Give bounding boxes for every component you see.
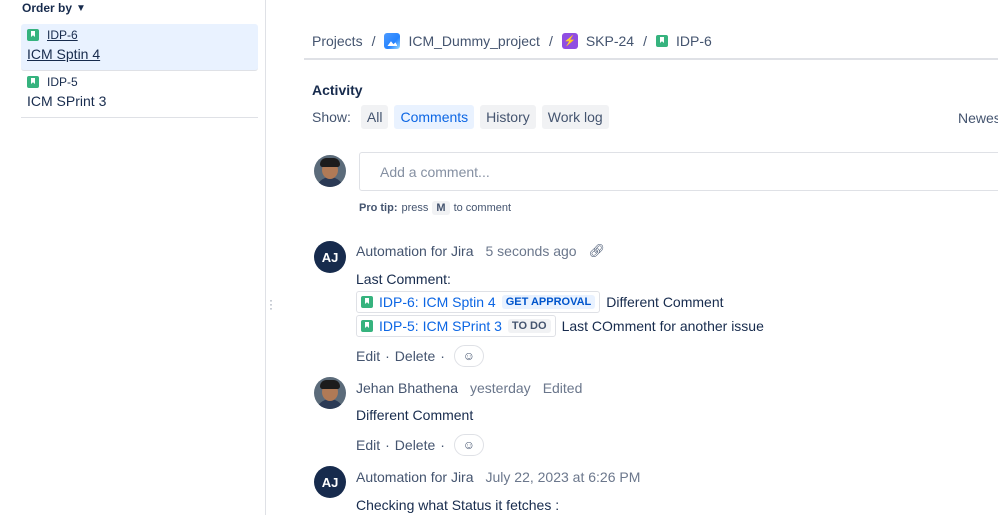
comment-timestamp[interactable]: July 22, 2023 at 6:26 PM bbox=[486, 469, 641, 485]
link-icon[interactable]: 🔗︎ bbox=[589, 243, 606, 259]
issue-comment-text: Last COmment for another issue bbox=[561, 318, 764, 334]
sort-order-button[interactable]: Newest first bbox=[958, 110, 998, 126]
protip-suffix: to comment bbox=[453, 202, 512, 214]
breadcrumb-separator: / bbox=[643, 33, 647, 49]
comment-author[interactable]: Automation for Jira bbox=[356, 469, 474, 485]
issue-key: IDP-5 bbox=[47, 75, 78, 89]
comment-header: Automation for Jira 5 seconds ago 🔗︎ bbox=[356, 243, 605, 259]
edit-comment-button[interactable]: Edit bbox=[356, 437, 380, 453]
issue-link-text: IDP-5: ICM SPrint 3 bbox=[379, 318, 502, 334]
issue-list-panel: Order by ▼ IDP-6 ICM Sptin 4 IDP-5 ICM S… bbox=[0, 0, 266, 515]
add-comment-input[interactable]: Add a comment... bbox=[359, 152, 998, 191]
status-lozenge: TO DO bbox=[507, 319, 551, 333]
show-label: Show: bbox=[312, 109, 351, 125]
delete-comment-button[interactable]: Delete bbox=[395, 348, 435, 364]
activity-filter-bar: Show: All Comments History Work log bbox=[312, 105, 609, 129]
breadcrumb-projects[interactable]: Projects bbox=[312, 33, 363, 49]
protip-press: press bbox=[401, 202, 429, 214]
story-icon bbox=[361, 320, 373, 332]
add-reaction-icon[interactable]: ☺ bbox=[453, 434, 484, 456]
comment-placeholder: Add a comment... bbox=[380, 163, 490, 180]
delete-comment-button[interactable]: Delete bbox=[395, 437, 435, 453]
separator-dot: · bbox=[385, 348, 390, 364]
comment-body: Checking what Status it fetches : bbox=[356, 497, 560, 513]
story-icon bbox=[27, 29, 39, 41]
comment-issue-line: IDP-6: ICM Sptin 4 GET APPROVAL Differen… bbox=[356, 291, 724, 313]
project-icon bbox=[384, 33, 401, 49]
comment-actions: Edit · Delete · ☺ bbox=[356, 345, 484, 367]
divider bbox=[304, 58, 998, 60]
comment-timestamp[interactable]: 5 seconds ago bbox=[486, 243, 577, 259]
comment-body: Last Comment: bbox=[356, 271, 451, 287]
filter-history-button[interactable]: History bbox=[480, 105, 536, 129]
status-lozenge: GET APPROVAL bbox=[501, 295, 596, 309]
order-by-dropdown[interactable]: Order by ▼ bbox=[22, 1, 86, 15]
avatar: AJ bbox=[314, 241, 346, 273]
pro-tip: Pro tip: press M to comment bbox=[359, 201, 511, 215]
edited-label: Edited bbox=[542, 380, 583, 396]
story-icon bbox=[27, 76, 39, 88]
comment-issue-line: IDP-5: ICM SPrint 3 TO DO Last COmment f… bbox=[356, 315, 764, 337]
issue-link-chip[interactable]: IDP-5: ICM SPrint 3 TO DO bbox=[356, 315, 556, 337]
comment-timestamp[interactable]: yesterday bbox=[470, 380, 531, 396]
comment-header: Automation for Jira July 22, 2023 at 6:2… bbox=[356, 469, 640, 485]
breadcrumb-separator: / bbox=[548, 33, 553, 49]
breadcrumb-separator: / bbox=[371, 33, 376, 49]
resize-handle[interactable]: · · · bbox=[269, 294, 273, 314]
filter-all-button[interactable]: All bbox=[360, 105, 389, 129]
comment-header: Jehan Bhathena yesterday Edited bbox=[356, 380, 582, 396]
filter-comments-button[interactable]: Comments bbox=[394, 105, 475, 129]
chevron-down-icon: ▼ bbox=[76, 2, 86, 14]
issue-summary: ICM SPrint 3 bbox=[27, 93, 107, 109]
breadcrumb: Projects / ICM_Dummy_project / ⚡ SKP-24 … bbox=[312, 33, 712, 49]
story-icon bbox=[655, 35, 668, 47]
issue-key: IDP-6 bbox=[47, 28, 78, 42]
separator-dot: · bbox=[385, 437, 390, 453]
epic-icon: ⚡ bbox=[561, 33, 578, 49]
comment-body: Different Comment bbox=[356, 407, 474, 423]
edit-comment-button[interactable]: Edit bbox=[356, 348, 380, 364]
avatar: AJ bbox=[314, 466, 346, 498]
filter-worklog-button[interactable]: Work log bbox=[541, 105, 609, 129]
keyboard-shortcut-key: M bbox=[432, 201, 450, 215]
comment-author[interactable]: Jehan Bhathena bbox=[356, 380, 458, 396]
order-by-label: Order by bbox=[22, 1, 73, 15]
separator-dot: · bbox=[440, 437, 445, 453]
issue-link-text: IDP-6: ICM Sptin 4 bbox=[379, 294, 496, 310]
breadcrumb-epic[interactable]: ⚡ SKP-24 bbox=[561, 33, 634, 49]
add-reaction-icon[interactable]: ☺ bbox=[453, 345, 484, 367]
issue-comment-text: Different Comment bbox=[606, 294, 724, 310]
breadcrumb-issue[interactable]: IDP-6 bbox=[655, 33, 712, 49]
avatar bbox=[314, 377, 346, 409]
activity-heading: Activity bbox=[312, 82, 363, 98]
issue-link-chip[interactable]: IDP-6: ICM Sptin 4 GET APPROVAL bbox=[356, 291, 601, 313]
current-user-avatar bbox=[314, 155, 346, 187]
protip-label: Pro tip: bbox=[359, 202, 398, 214]
comment-author[interactable]: Automation for Jira bbox=[356, 243, 474, 259]
issue-list-item[interactable]: IDP-6 ICM Sptin 4 bbox=[21, 24, 258, 71]
breadcrumb-project[interactable]: ICM_Dummy_project bbox=[384, 33, 540, 49]
comment-actions: Edit · Delete · ☺ bbox=[356, 434, 484, 456]
story-icon bbox=[361, 296, 373, 308]
separator-dot: · bbox=[440, 348, 445, 364]
issue-list-item[interactable]: IDP-5 ICM SPrint 3 bbox=[21, 71, 258, 118]
issue-summary: ICM Sptin 4 bbox=[27, 46, 101, 62]
